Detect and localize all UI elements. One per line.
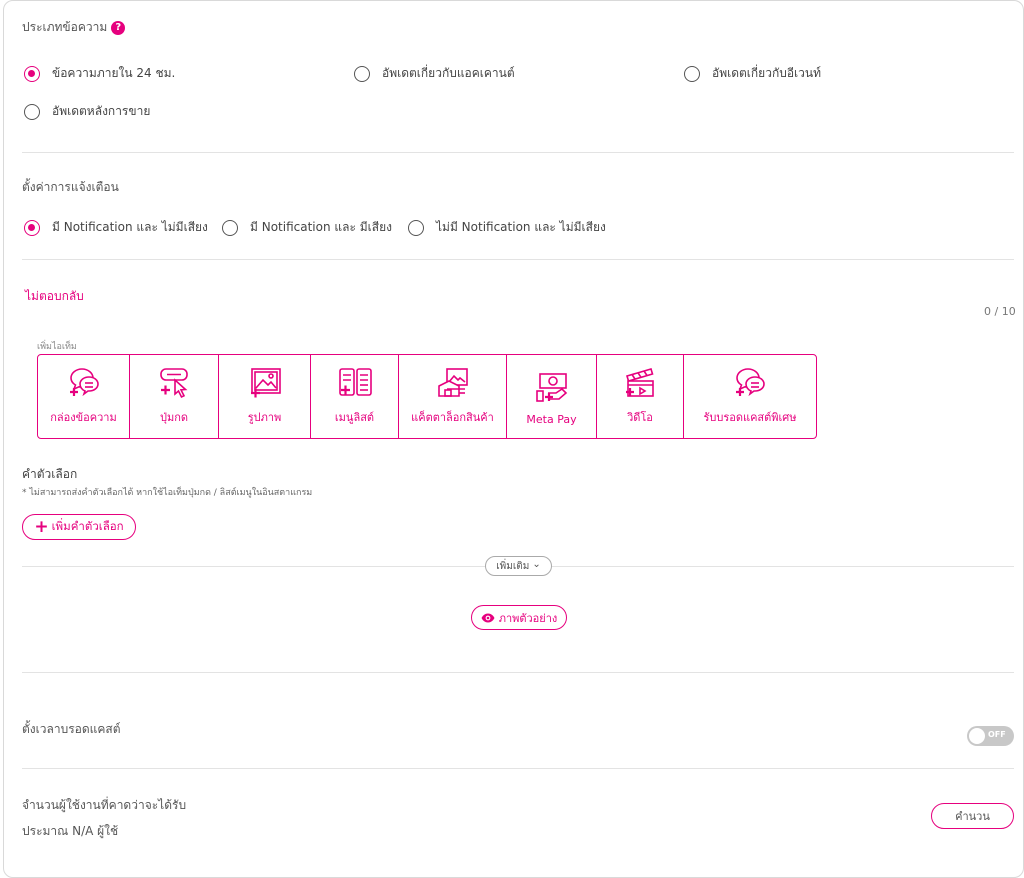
estimate-label: จำนวนผู้ใช้งานที่คาดว่าจะได้รับ [22, 798, 187, 812]
chevron-down-icon: ⌄ [532, 558, 541, 570]
product-catalog-icon [437, 368, 468, 397]
radio-dot [684, 65, 700, 82]
video-icon [626, 368, 654, 397]
reply-title: ไม่ตอบกลับ [25, 289, 84, 303]
eye-icon [481, 613, 495, 622]
schedule-toggle[interactable]: OFF [967, 726, 1014, 746]
tool-label: เมนูลิสต์ [334, 411, 375, 424]
tool-label: แค็ตตาล็อกสินค้า [411, 411, 494, 424]
image-icon [250, 368, 281, 398]
radio-label: มี Notification และ ไม่มีเสียง [52, 220, 208, 234]
broadcast-form-panel [3, 0, 1024, 878]
item-counter: 0 / 10 [984, 305, 1016, 318]
tool-special-broadcast[interactable]: รับบรอดแคสต์พิเศษ [684, 355, 816, 438]
tool-message-box[interactable]: กล่องข้อความ [38, 355, 130, 438]
divider [22, 259, 1014, 260]
radio-event-update[interactable]: อัพเดตเกี่ยวกับอีเวนท์ [684, 64, 821, 83]
divider [22, 768, 1014, 769]
tool-product-catalog[interactable]: แค็ตตาล็อกสินค้า [399, 355, 507, 438]
preview-label: ภาพตัวอย่าง [498, 611, 558, 625]
preview-button[interactable]: ภาพตัวอย่าง [471, 605, 567, 630]
button-icon [160, 368, 188, 399]
radio-notif-no-sound[interactable]: มี Notification และ ไม่มีเสียง [24, 218, 208, 237]
tool-label: กล่องข้อความ [50, 411, 117, 424]
divider [22, 152, 1014, 153]
radio-label: ไม่มี Notification และ ไม่มีเสียง [436, 220, 606, 234]
meta-pay-icon [535, 373, 567, 402]
radio-dot [408, 219, 424, 236]
tool-image[interactable]: รูปภาพ [219, 355, 311, 438]
radio-label: อัพเดตเกี่ยวกับอีเวนท์ [712, 66, 821, 80]
radio-no-notif[interactable]: ไม่มี Notification และ ไม่มีเสียง [408, 218, 606, 237]
toggle-knob [969, 728, 985, 744]
message-type-label: ประเภทข้อความ [22, 20, 108, 34]
tool-menu-list[interactable]: เมนูลิสต์ [311, 355, 399, 438]
radio-post-purchase-update[interactable]: อัพเดตหลังการขาย [24, 102, 150, 121]
calculate-button[interactable]: คำนวน [931, 803, 1014, 829]
menu-list-icon [338, 368, 372, 396]
tool-meta-pay[interactable]: Meta Pay [507, 355, 597, 438]
message-type-heading: ประเภทข้อความ? [22, 18, 126, 37]
radio-dot [24, 219, 40, 236]
radio-label: ข้อความภายใน 24 ชม. [52, 66, 176, 80]
radio-dot [24, 65, 40, 82]
tool-button[interactable]: ปุ่มกด [130, 355, 219, 438]
quick-reply-title: คำตัวเลือก [22, 467, 78, 481]
tool-video[interactable]: วิดีโอ [597, 355, 684, 438]
radio-label: มี Notification และ มีเสียง [250, 220, 392, 234]
radio-dot [24, 103, 40, 120]
notification-label: ตั้งค่าการแจ้งเตือน [22, 180, 119, 194]
help-icon[interactable]: ? [111, 20, 126, 35]
calculate-label: คำนวน [955, 810, 990, 823]
schedule-label: ตั้งเวลาบรอดแคสต์ [22, 722, 121, 736]
add-items-label: เพิ่มไอเท็ม [37, 342, 77, 352]
add-quick-reply-button[interactable]: + เพิ่มคำตัวเลือก [22, 514, 136, 540]
radio-label: อัพเดตเกี่ยวกับแอคเคานต์ [382, 66, 515, 80]
radio-account-update[interactable]: อัพเดตเกี่ยวกับแอคเคานต์ [354, 64, 515, 83]
tool-label: วิดีโอ [627, 411, 653, 424]
radio-notif-with-sound[interactable]: มี Notification และ มีเสียง [222, 218, 392, 237]
toggle-state-text: OFF [988, 730, 1006, 739]
estimate-value: ประมาณ N/A ผู้ใช้ [22, 824, 119, 838]
more-label: เพิ่มเติม [496, 560, 530, 572]
add-quick-reply-label: เพิ่มคำตัวเลือก [51, 519, 124, 533]
radio-dot [354, 65, 370, 82]
tool-label: รูปภาพ [247, 411, 282, 424]
item-toolbar: กล่องข้อความ ปุ่มกด รูปภาพ เมนูลิสต์ แค็… [37, 354, 817, 439]
message-box-icon [69, 368, 99, 397]
tool-label: Meta Pay [526, 413, 577, 426]
quick-reply-note: * ไม่สามารถส่งคำตัวเลือกได้ หากใช้ไอเท็ม… [22, 488, 313, 498]
divider [22, 672, 1014, 673]
radio-label: อัพเดตหลังการขาย [52, 104, 151, 118]
tool-label: ปุ่มกด [159, 411, 189, 424]
radio-message-24h[interactable]: ข้อความภายใน 24 ชม. [24, 64, 175, 83]
special-broadcast-icon [736, 368, 765, 397]
radio-dot [222, 219, 238, 236]
plus-icon: + [34, 516, 49, 537]
tool-label: รับบรอดแคสต์พิเศษ [703, 411, 797, 424]
more-button[interactable]: เพิ่มเติม ⌄ [485, 556, 552, 576]
